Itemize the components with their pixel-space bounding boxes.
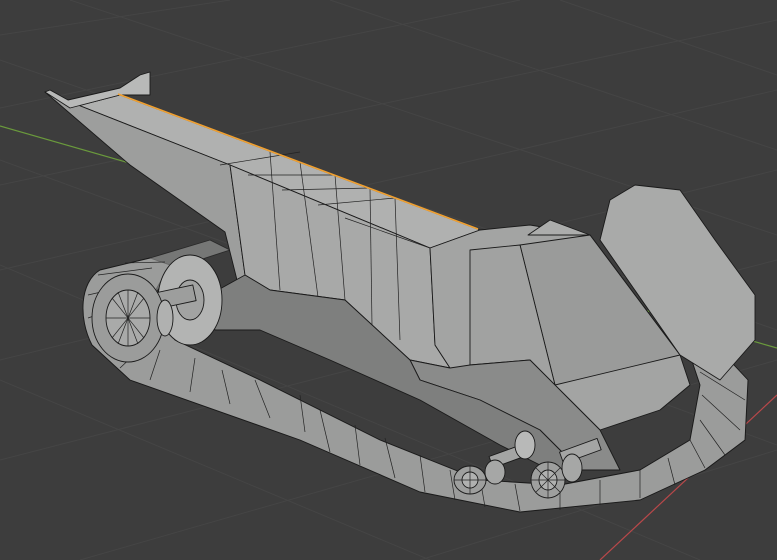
3d-viewport[interactable] — [0, 0, 777, 560]
drive-wheel-spokes — [106, 290, 150, 346]
